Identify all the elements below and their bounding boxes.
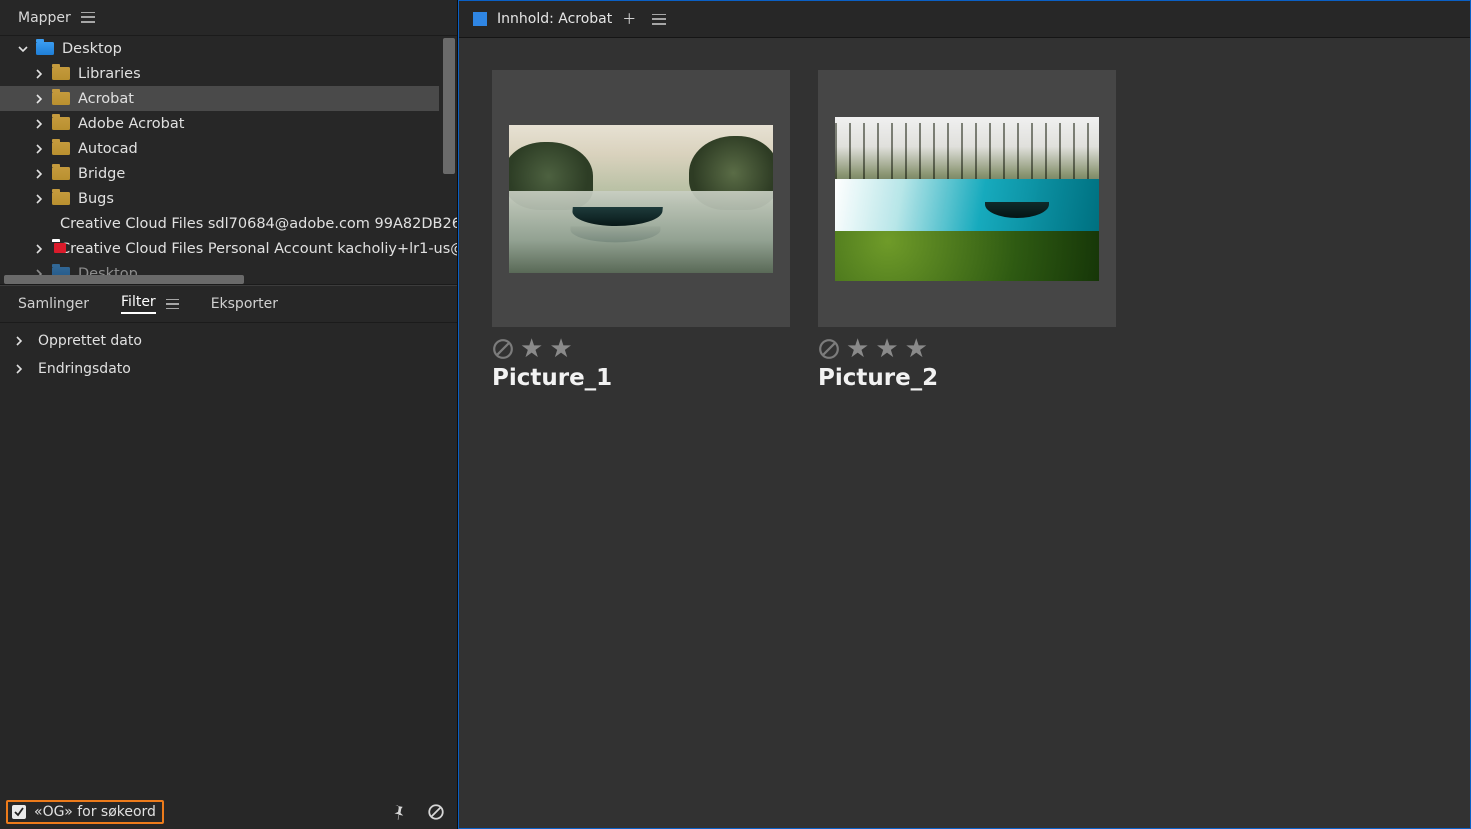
tab-filter[interactable]: Filter xyxy=(121,294,156,314)
star-icon[interactable]: ★ xyxy=(905,336,928,362)
scrollbar-vertical[interactable] xyxy=(443,38,455,174)
content-menu-icon[interactable] xyxy=(652,14,666,25)
panel-indicator-icon xyxy=(473,12,487,26)
chevron-right-icon[interactable] xyxy=(34,119,44,129)
tree-label: Desktop xyxy=(62,41,122,57)
tab-samlinger[interactable]: Samlinger xyxy=(18,296,89,312)
thumbnail-card[interactable]: ★ ★ ★ Picture_2 xyxy=(818,70,1116,391)
tree-row[interactable]: Bridge xyxy=(0,161,439,186)
thumbnail-meta: ★ ★ ★ xyxy=(818,336,1116,362)
folder-icon xyxy=(52,167,70,180)
tree-row[interactable]: Adobe Acrobat xyxy=(0,111,439,136)
chevron-right-icon[interactable] xyxy=(14,364,24,374)
tree-label: Bugs xyxy=(78,191,114,207)
filter-item-label: Opprettet dato xyxy=(38,333,142,349)
filter-item-label: Endringsdato xyxy=(38,361,131,377)
chevron-right-icon[interactable] xyxy=(34,194,44,204)
tree-label: Acrobat xyxy=(78,91,134,107)
chevron-right-icon[interactable] xyxy=(34,94,44,104)
chevron-right-icon[interactable] xyxy=(14,336,24,346)
checkbox-icon[interactable] xyxy=(12,805,26,819)
star-icon[interactable]: ★ xyxy=(875,336,898,362)
thumbnail-card[interactable]: ★ ★ Picture_1 xyxy=(492,70,790,391)
filter-item[interactable]: Opprettet dato xyxy=(0,327,457,355)
thumbnail-image xyxy=(835,117,1099,281)
folders-panel-header: Mapper xyxy=(0,0,457,35)
content-title: Innhold: Acrobat xyxy=(497,11,612,27)
tree-row[interactable]: Acrobat xyxy=(0,86,439,111)
chevron-right-icon[interactable] xyxy=(34,69,44,79)
tree-label: Creative Cloud Files sdl70684@adobe.com … xyxy=(60,216,457,232)
tree-label: Creative Cloud Files Personal Account ka… xyxy=(60,241,457,257)
tree-row[interactable]: Autocad xyxy=(0,136,439,161)
folders-panel-title: Mapper xyxy=(18,10,71,26)
thumbnail-frame[interactable] xyxy=(818,70,1116,327)
chevron-down-icon[interactable] xyxy=(18,44,28,54)
filter-body: Opprettet dato Endringsdato xyxy=(0,323,457,794)
thumbnail-name: Picture_2 xyxy=(818,365,1116,391)
cancel-icon[interactable] xyxy=(427,803,445,821)
chevron-right-icon[interactable] xyxy=(34,169,44,179)
folder-icon xyxy=(52,92,70,105)
folder-icon xyxy=(52,117,70,130)
star-icon[interactable]: ★ xyxy=(520,336,543,362)
og-keyword-label: «OG» for søkeord xyxy=(34,804,156,820)
folder-icon xyxy=(52,67,70,80)
tree-row[interactable]: Creative Cloud Files Personal Account ka… xyxy=(0,236,439,261)
tree-label: Autocad xyxy=(78,141,138,157)
tree-row[interactable]: Bugs xyxy=(0,186,439,211)
tree-label: Libraries xyxy=(78,66,141,82)
reject-icon[interactable] xyxy=(492,338,514,360)
content-header: Innhold: Acrobat ＋ xyxy=(459,1,1470,38)
left-column: Mapper Desktop Libraries Acrob xyxy=(0,0,458,829)
og-keyword-toggle[interactable]: «OG» for søkeord xyxy=(6,800,164,824)
folder-icon xyxy=(52,142,70,155)
tree-row[interactable]: Libraries xyxy=(0,61,439,86)
left-lower-panel: Samlinger Filter Eksporter Opprettet dat… xyxy=(0,285,457,829)
thumbnail-frame[interactable] xyxy=(492,70,790,327)
content-body: ★ ★ Picture_1 ★ ★ ★ Picture_2 xyxy=(459,38,1470,828)
filter-menu-icon[interactable] xyxy=(166,299,179,309)
thumbnail-name: Picture_1 xyxy=(492,365,790,391)
chevron-right-icon[interactable] xyxy=(34,144,44,154)
tab-eksporter[interactable]: Eksporter xyxy=(211,296,278,312)
left-footer: «OG» for søkeord xyxy=(0,794,457,829)
tree-label: Adobe Acrobat xyxy=(78,116,184,132)
content-panel: Innhold: Acrobat ＋ ★ ★ Picture_1 xyxy=(458,0,1471,829)
tree-row-root[interactable]: Desktop xyxy=(0,36,439,61)
lower-tabs: Samlinger Filter Eksporter xyxy=(0,285,457,323)
add-tab-icon[interactable]: ＋ xyxy=(622,9,636,29)
tree-label: Bridge xyxy=(78,166,125,182)
scrollbar-horizontal[interactable] xyxy=(4,275,244,284)
star-icon[interactable]: ★ xyxy=(846,336,869,362)
thumbnail-meta: ★ ★ xyxy=(492,336,790,362)
pin-icon[interactable] xyxy=(389,803,407,821)
thumbnail-image xyxy=(509,125,773,273)
reject-icon[interactable] xyxy=(818,338,840,360)
folder-icon xyxy=(52,192,70,205)
folders-panel-menu-icon[interactable] xyxy=(81,12,95,23)
star-icon[interactable]: ★ xyxy=(549,336,572,362)
folder-icon xyxy=(36,42,54,55)
chevron-right-icon[interactable] xyxy=(34,244,44,254)
folders-tree: Desktop Libraries Acrobat Adobe Acrobat xyxy=(0,35,457,285)
tree-row[interactable]: Creative Cloud Files sdl70684@adobe.com … xyxy=(0,211,439,236)
filter-item[interactable]: Endringsdato xyxy=(0,355,457,383)
